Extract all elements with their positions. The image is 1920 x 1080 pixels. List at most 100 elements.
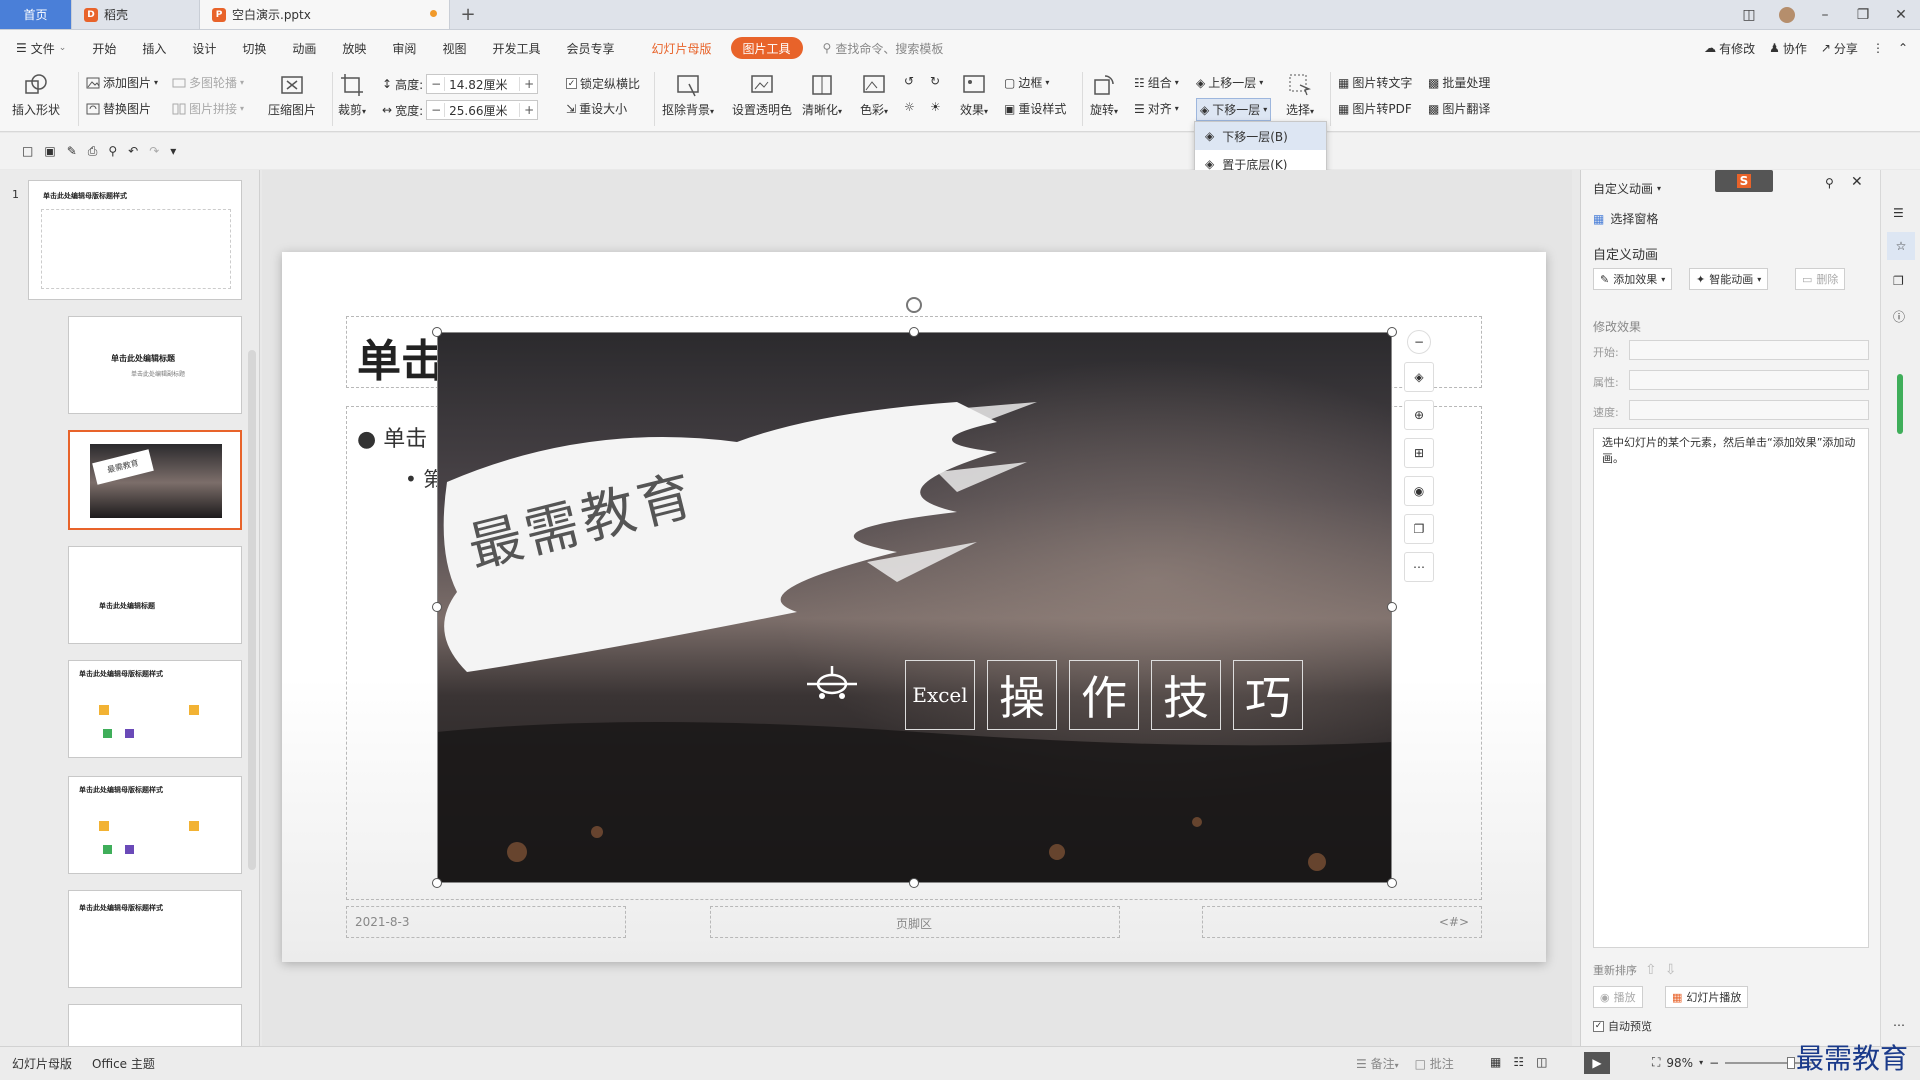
slideshow-button[interactable]: ▦ 幻灯片播放 — [1665, 986, 1749, 1008]
pin-icon[interactable]: ⚲ — [1825, 176, 1834, 190]
pane-title-menu[interactable]: 自定义动画 ▾ — [1593, 180, 1661, 197]
zoom-in-icon[interactable]: ⊕ — [1404, 400, 1434, 430]
move-up-icon[interactable]: ⇧ — [1645, 962, 1657, 978]
print-icon[interactable]: ⎙ — [88, 144, 98, 159]
copy-style-icon[interactable]: ❐ — [1404, 514, 1434, 544]
thumb-layout-title[interactable]: 单击此处编辑标题 单击此处编辑副标题 — [68, 316, 242, 414]
effect-button[interactable]: 效果▾ — [960, 72, 988, 118]
align-button[interactable]: ☰ 对齐 ▾ — [1134, 100, 1179, 117]
menu-slideshow[interactable]: 放映 — [329, 30, 379, 66]
animation-list[interactable]: 选中幻灯片的某个元素，然后单击“添加效果”添加动画。 — [1593, 428, 1869, 948]
footer-placeholder[interactable]: 页脚区 — [710, 906, 1120, 938]
ime-indicator[interactable]: S — [1715, 170, 1773, 192]
thumb-layout-section[interactable]: 单击此处编辑标题 — [68, 546, 242, 644]
menu-home[interactable]: 开始 — [79, 30, 129, 66]
insert-shape-button[interactable]: 插入形状 — [12, 72, 60, 118]
thumb-layout-blank[interactable] — [68, 1004, 242, 1046]
play-slideshow-button[interactable]: ▶ — [1584, 1052, 1610, 1074]
rotate-button[interactable]: 旋转▾ — [1090, 72, 1118, 118]
undo-icon[interactable]: ↶ — [128, 144, 138, 158]
theme-label[interactable]: Office 主题 — [72, 1055, 155, 1072]
select-button[interactable]: 选择▾ — [1286, 72, 1314, 118]
animation-star-icon[interactable]: ☆ — [1887, 232, 1915, 260]
collab-button[interactable]: ♟ 协作 — [1769, 40, 1807, 57]
reset-style-button[interactable]: ▣ 重设样式 — [1004, 100, 1066, 117]
thumb-layout-selected[interactable]: 最需教育 — [68, 430, 242, 530]
fit-window-icon[interactable]: ⛶ — [1652, 1055, 1660, 1070]
add-picture-button[interactable]: 添加图片 ▾ — [86, 74, 158, 91]
picture-splice-button[interactable]: 图片拼接 ▾ — [172, 100, 244, 117]
lock-ratio-checkbox[interactable]: ✓ 锁定纵横比 — [566, 75, 640, 92]
help-icon[interactable]: ⓘ — [1893, 308, 1905, 325]
modified-button[interactable]: ☁ 有修改 — [1704, 40, 1755, 57]
delete-effect-button[interactable]: ▭ 删除 — [1795, 268, 1846, 290]
add-effect-button[interactable]: ✎ 添加效果 ▾ — [1593, 268, 1673, 290]
resize-handle-n[interactable] — [909, 327, 919, 337]
comments-button[interactable]: □ 批注 — [1415, 1055, 1454, 1072]
batch-process-button[interactable]: ▩ 批量处理 — [1428, 74, 1490, 91]
rotate-left-icon[interactable]: ↺ — [904, 74, 914, 88]
lightbulb-icon[interactable]: ◉ — [1404, 476, 1434, 506]
resize-handle-e[interactable] — [1387, 602, 1397, 612]
selected-picture[interactable]: 最需教育 Excel 操 作 技 巧 — [437, 332, 1392, 883]
resize-handle-se[interactable] — [1387, 878, 1397, 888]
format-painter-icon[interactable]: ✎ — [67, 144, 77, 158]
property-select[interactable] — [1629, 370, 1869, 390]
thumb-layout-title-only[interactable]: 单击此处编辑母版标题样式 — [68, 890, 242, 988]
layout-icon[interactable]: ◫ — [1730, 0, 1768, 30]
menu-review[interactable]: 审阅 — [379, 30, 429, 66]
new-file-icon[interactable]: □ — [22, 144, 33, 158]
crop-button[interactable]: 裁剪▾ — [338, 72, 366, 118]
rotate-right-icon[interactable]: ↻ — [930, 74, 940, 88]
picture-to-text-button[interactable]: ▦ 图片转文字 — [1338, 74, 1412, 91]
more-icon[interactable]: ⋮ — [1872, 41, 1884, 55]
normal-view-icon[interactable]: ▦ — [1490, 1055, 1501, 1069]
thumbnail-scrollbar[interactable] — [248, 350, 256, 870]
menu-slide-master[interactable]: 幻灯片母版 — [627, 30, 724, 66]
reset-size-button[interactable]: ⇲ 重设大小 — [566, 100, 627, 117]
set-transparent-button[interactable]: 设置透明色 — [732, 72, 792, 118]
tab-docer[interactable]: D 稻壳 — [72, 0, 200, 29]
more-options-icon[interactable]: ⋯ — [1404, 552, 1434, 582]
layers-icon[interactable]: ◈ — [1404, 362, 1434, 392]
play-button[interactable]: ◉ 播放 — [1593, 986, 1643, 1008]
menu-insert[interactable]: 插入 — [129, 30, 179, 66]
minimize-button[interactable]: – — [1806, 0, 1844, 30]
reading-view-icon[interactable]: ◫ — [1536, 1055, 1547, 1069]
share-button[interactable]: ↗ 分享 — [1821, 40, 1858, 57]
redo-icon[interactable]: ↷ — [149, 144, 159, 158]
resize-handle-s[interactable] — [909, 878, 919, 888]
width-input[interactable]: −25.66厘米 + — [426, 100, 539, 120]
page-number-placeholder[interactable]: <#> — [1202, 906, 1482, 938]
save-icon[interactable]: ▣ — [44, 144, 55, 158]
more-dots-icon[interactable]: ⋯ — [1893, 1018, 1905, 1032]
color-button[interactable]: 色彩▾ — [860, 72, 888, 118]
selection-pane-button[interactable]: ▦ 选择窗格 — [1593, 210, 1658, 227]
replace-picture-button[interactable]: 替换图片 — [86, 100, 151, 117]
command-search[interactable]: ⚲ 查找命令、搜索模板 — [809, 40, 944, 57]
menu-member[interactable]: 会员专享 — [553, 30, 627, 66]
close-button[interactable]: ✕ — [1882, 0, 1920, 30]
rotate-handle[interactable] — [906, 297, 922, 313]
date-placeholder[interactable]: 2021-8-3 — [346, 906, 626, 938]
menu-developer[interactable]: 开发工具 — [479, 30, 553, 66]
resize-handle-w[interactable] — [432, 602, 442, 612]
customize-icon[interactable]: ▾ — [170, 144, 176, 158]
thumb-layout-comparison[interactable]: 单击此处编辑母版标题样式 — [68, 776, 242, 874]
menu-picture-tools[interactable]: 图片工具 — [730, 37, 803, 59]
zoom-out-icon[interactable]: − — [1407, 330, 1431, 354]
notes-button[interactable]: ☰ 备注▾ — [1356, 1055, 1399, 1072]
brightness-up-icon[interactable]: ☀ — [930, 100, 941, 114]
resize-handle-ne[interactable] — [1387, 327, 1397, 337]
slides-icon[interactable]: ❐ — [1893, 274, 1904, 288]
start-select[interactable] — [1629, 340, 1869, 360]
print-preview-icon[interactable]: ⚲ — [108, 144, 117, 158]
sharpen-button[interactable]: 清晰化▾ — [802, 72, 842, 118]
thumb-layout-two-content[interactable]: 单击此处编辑母版标题样式 — [68, 660, 242, 758]
avatar[interactable] — [1768, 0, 1806, 30]
group-button[interactable]: ☷ 组合 ▾ — [1134, 74, 1179, 91]
resize-handle-nw[interactable] — [432, 327, 442, 337]
resize-handle-sw[interactable] — [432, 878, 442, 888]
height-input[interactable]: −14.82厘米 + — [426, 74, 539, 94]
menu-transition[interactable]: 切换 — [229, 30, 279, 66]
